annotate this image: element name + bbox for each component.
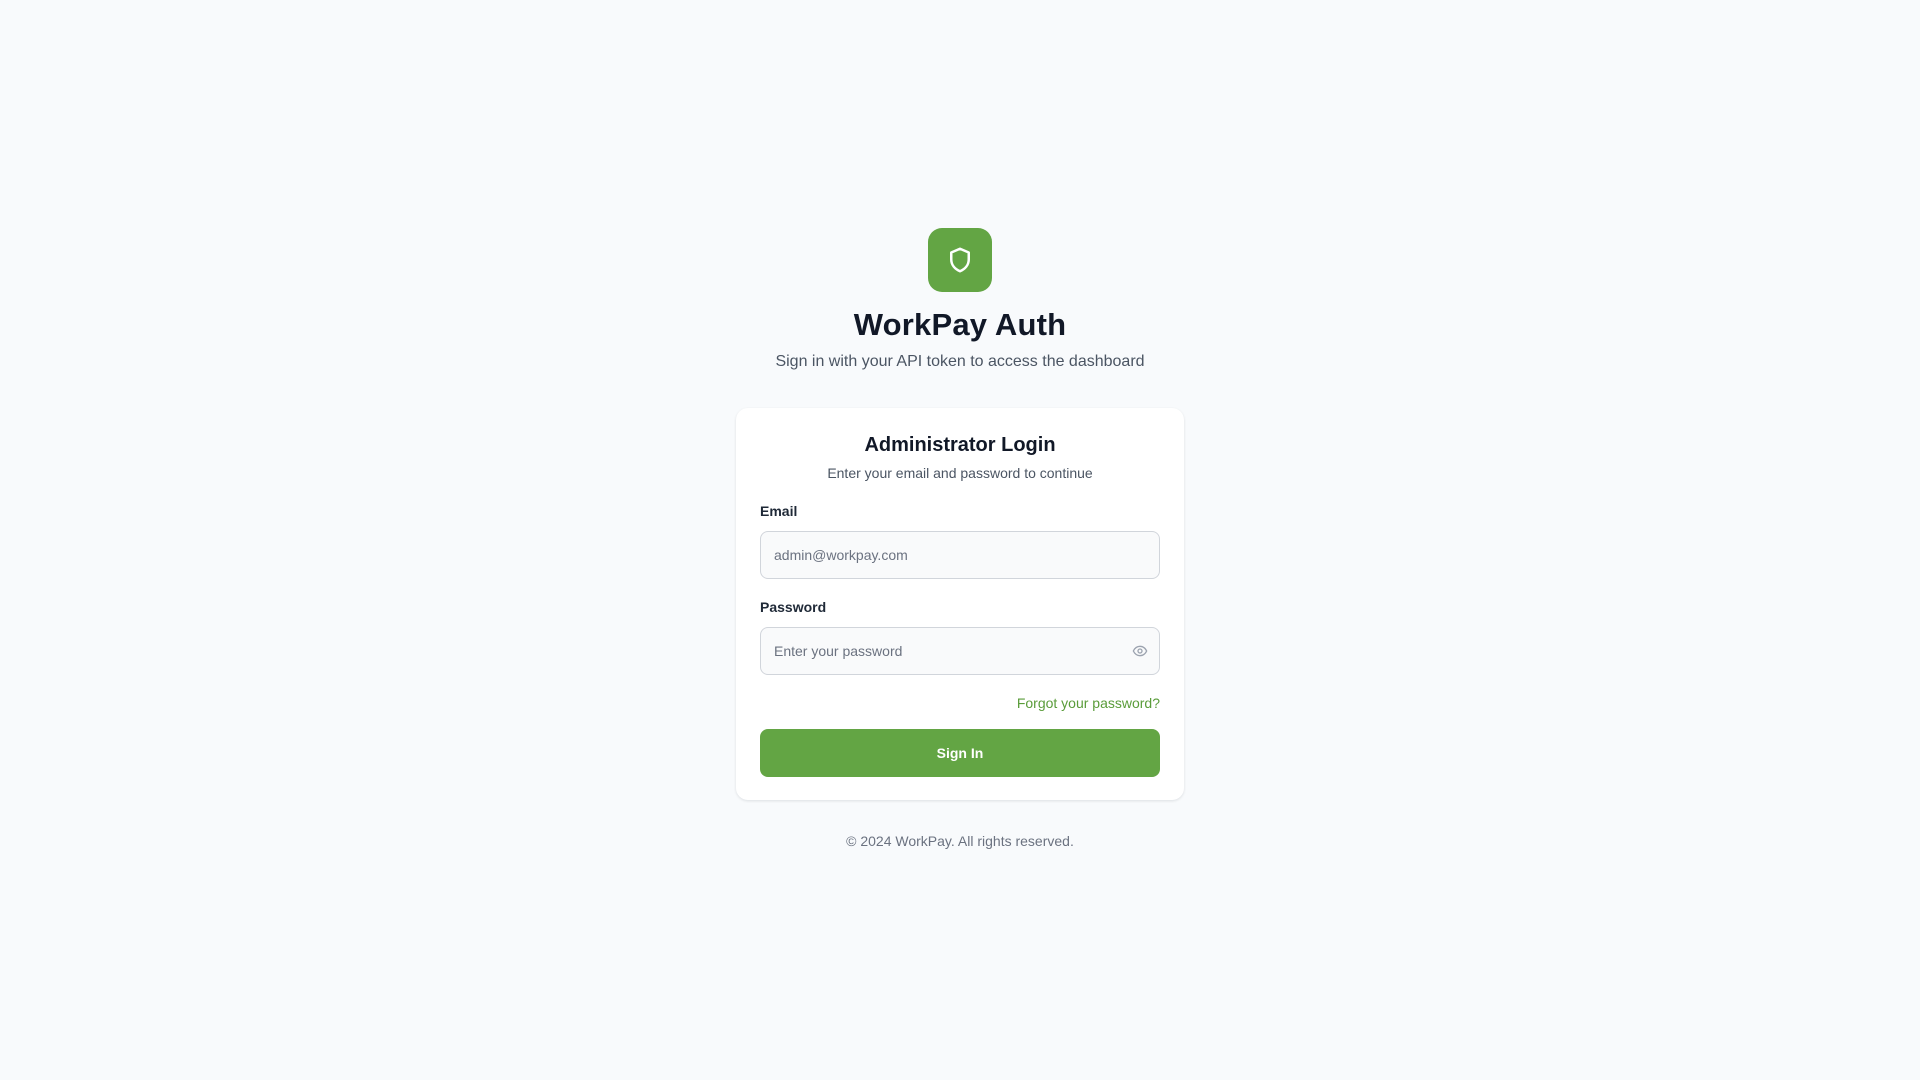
login-page: WorkPay Auth Sign in with your API token… xyxy=(0,0,1920,1080)
footer-copyright: © 2024 WorkPay. All rights reserved. xyxy=(846,833,1074,849)
password-field-wrapper xyxy=(760,627,1160,675)
eye-icon xyxy=(1132,645,1148,657)
email-label: Email xyxy=(760,503,798,519)
shield-icon xyxy=(950,247,970,273)
card-title: Administrator Login xyxy=(864,434,1056,456)
email-field[interactable] xyxy=(760,531,1160,579)
login-card: Administrator Login Enter your email and… xyxy=(736,408,1184,800)
forgot-password-row: Forgot your password? xyxy=(760,695,1160,713)
brand-header: WorkPay Auth Sign in with your API token… xyxy=(0,228,1920,371)
email-field-wrapper xyxy=(760,531,1160,579)
app-subtitle: Sign in with your API token to access th… xyxy=(775,353,1145,370)
sign-in-button[interactable]: Sign In xyxy=(760,729,1160,777)
password-field[interactable] xyxy=(760,627,1160,675)
forgot-password-link[interactable]: Forgot your password? xyxy=(1017,695,1160,711)
app-title: WorkPay Auth xyxy=(853,307,1067,342)
app-logo xyxy=(928,228,992,292)
card-subtitle: Enter your email and password to continu… xyxy=(827,465,1093,481)
show-password-toggle[interactable] xyxy=(1130,641,1150,661)
password-label: Password xyxy=(760,599,827,615)
